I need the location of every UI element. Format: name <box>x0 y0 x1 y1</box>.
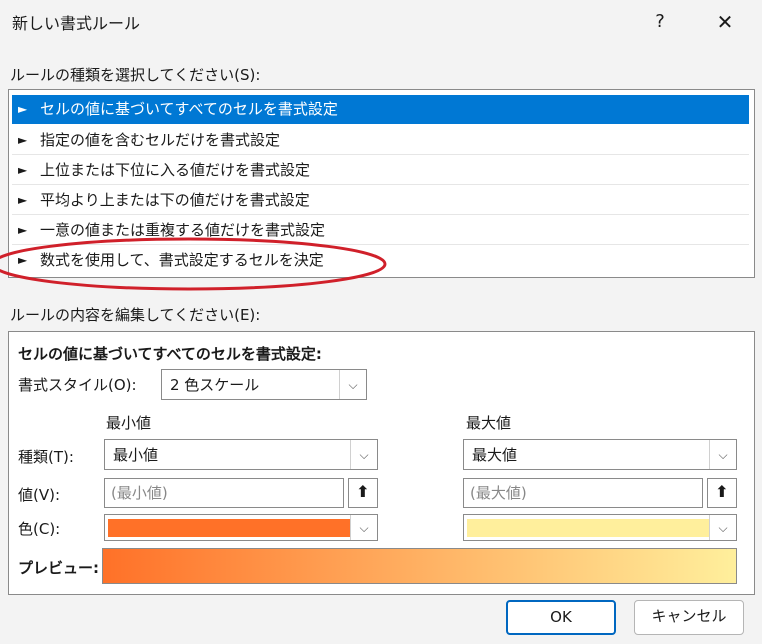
help-button[interactable]: ? <box>640 6 680 38</box>
cancel-button[interactable]: キャンセル <box>634 600 744 635</box>
max-value-input[interactable]: (最大値) <box>463 478 703 508</box>
divider <box>12 184 749 185</box>
arrow-icon: ► <box>18 193 28 207</box>
chevron-down-icon: ⌵ <box>350 515 377 540</box>
type-label: 種類(T): <box>18 448 74 466</box>
rule-edit-label: ルールの内容を編集してください(E): <box>10 306 261 324</box>
max-type-select[interactable]: 最大値 ⌵ <box>463 439 737 470</box>
format-style-value: 2 色スケール <box>170 376 260 394</box>
range-select-icon[interactable]: ⬆ <box>707 478 737 508</box>
highlight-ellipse <box>0 237 387 291</box>
preview-label: プレビュー: <box>18 559 99 577</box>
rule-heading: セルの値に基づいてすべてのセルを書式設定: <box>18 345 322 363</box>
close-button[interactable]: ✕ <box>700 6 750 38</box>
rule-type-item[interactable]: ► セルの値に基づいてすべてのセルを書式設定 <box>12 95 749 124</box>
ok-button[interactable]: OK <box>506 600 616 635</box>
chevron-down-icon: ⌵ <box>350 440 377 469</box>
rule-type-item[interactable]: ► 平均より上または下の値だけを書式設定 <box>12 186 749 215</box>
min-value-input[interactable]: (最小値) <box>104 478 344 508</box>
color-label: 色(C): <box>18 520 61 538</box>
min-type-value: 最小値 <box>113 446 159 464</box>
max-type-value: 最大値 <box>472 446 518 464</box>
value-label: 値(V): <box>18 486 61 504</box>
min-header: 最小値 <box>106 414 152 432</box>
format-style-select[interactable]: 2 色スケール ⌵ <box>161 369 367 400</box>
chevron-down-icon: ⌵ <box>709 440 736 469</box>
arrow-icon: ► <box>18 102 28 116</box>
min-color-swatch <box>108 519 350 537</box>
chevron-down-icon: ⌵ <box>709 515 736 540</box>
chevron-down-icon: ⌵ <box>339 370 366 399</box>
dialog-title: 新しい書式ルール <box>12 14 141 33</box>
rule-type-item-label: 上位または下位に入る値だけを書式設定 <box>40 161 311 179</box>
range-select-icon[interactable]: ⬆ <box>348 478 378 508</box>
max-header: 最大値 <box>466 414 512 432</box>
divider <box>12 154 749 155</box>
format-style-label: 書式スタイル(O): <box>18 376 137 394</box>
max-color-picker[interactable]: ⌵ <box>463 514 737 541</box>
arrow-icon: ► <box>18 163 28 177</box>
rule-type-item[interactable]: ► 上位または下位に入る値だけを書式設定 <box>12 156 749 185</box>
arrow-icon: ► <box>18 133 28 147</box>
max-color-swatch <box>467 519 709 537</box>
rule-type-label: ルールの種類を選択してください(S): <box>10 66 261 84</box>
divider <box>12 214 749 215</box>
min-color-picker[interactable]: ⌵ <box>104 514 378 541</box>
min-value-placeholder: (最小値) <box>111 484 168 502</box>
rule-type-item[interactable]: ► 指定の値を含むセルだけを書式設定 <box>12 126 749 155</box>
min-type-select[interactable]: 最小値 ⌵ <box>104 439 378 470</box>
highlight-ellipse-stroke <box>0 237 387 291</box>
rule-type-item-label: 指定の値を含むセルだけを書式設定 <box>40 131 281 149</box>
max-value-placeholder: (最大値) <box>470 484 527 502</box>
rule-type-item-label: 平均より上または下の値だけを書式設定 <box>40 191 310 209</box>
rule-type-item-label: セルの値に基づいてすべてのセルを書式設定 <box>40 100 338 118</box>
preview-gradient <box>102 548 737 584</box>
